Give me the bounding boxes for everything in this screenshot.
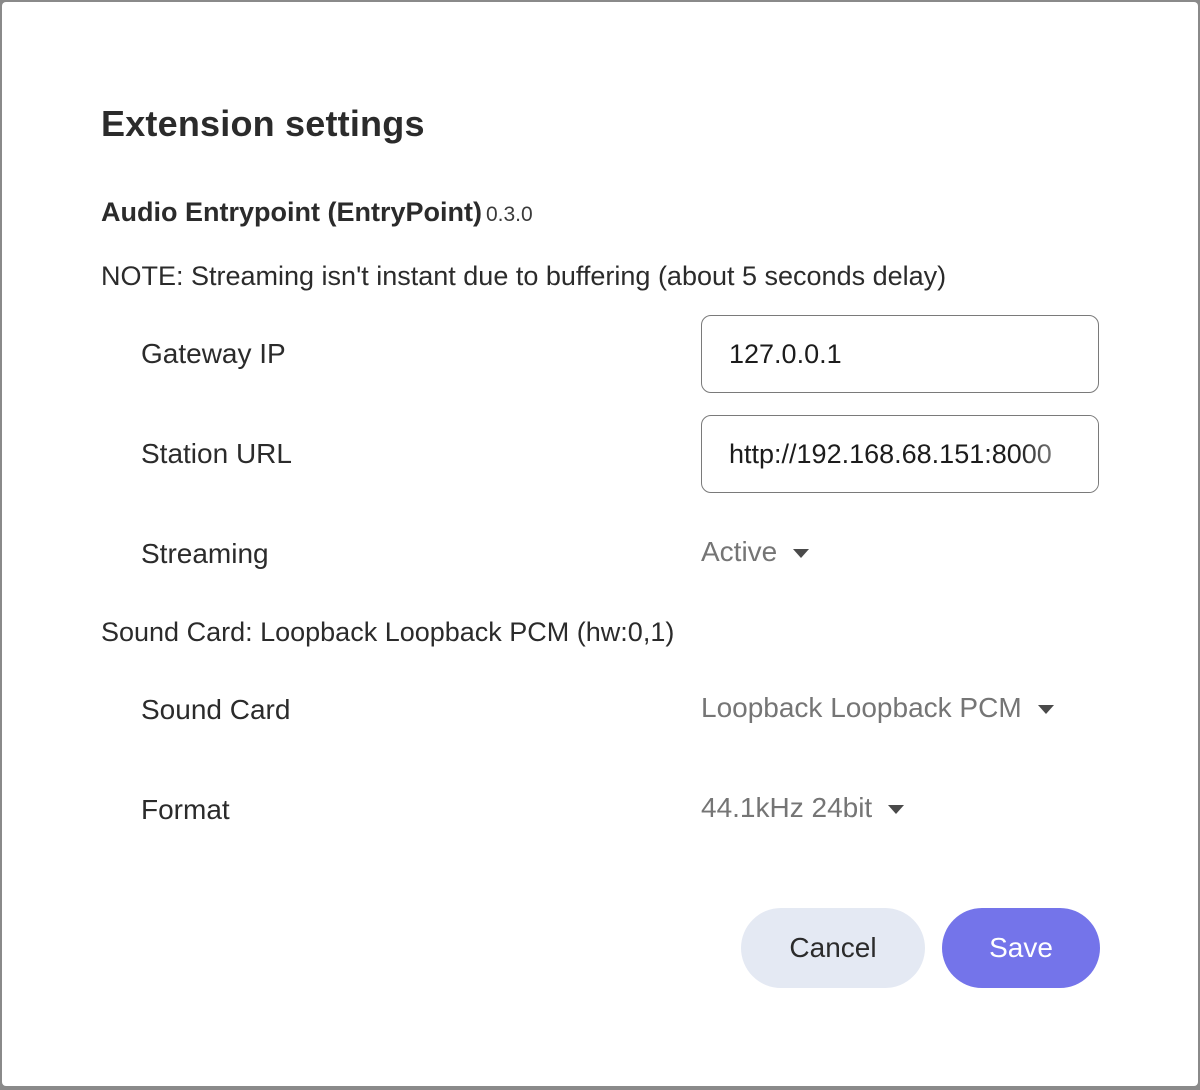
buffering-note: NOTE: Streaming isn't instant due to buf… xyxy=(101,261,947,291)
format-select[interactable]: 44.1kHz 24bit xyxy=(701,792,905,824)
streaming-label: Streaming xyxy=(141,538,269,569)
extension-version: 0.3.0 xyxy=(485,203,533,226)
gateway-ip-field[interactable] xyxy=(701,315,1099,393)
extension-settings-dialog: Extension settings Audio Entrypoint (Ent… xyxy=(2,2,1198,1086)
gateway-ip-label: Gateway IP xyxy=(141,338,286,369)
streaming-selected-value: Active xyxy=(701,536,778,567)
cancel-button[interactable]: Cancel xyxy=(741,908,925,988)
extension-name: Audio Entrypoint (EntryPoint) 0.3.0 xyxy=(101,197,533,228)
chevron-down-icon xyxy=(793,548,810,558)
streaming-select[interactable]: Active xyxy=(701,536,810,568)
sound-card-section-heading: Sound Card: Loopback Loopback PCM (hw:0,… xyxy=(101,617,675,647)
sound-card-select[interactable]: Loopback Loopback PCM xyxy=(701,692,1054,724)
chevron-down-icon xyxy=(1037,704,1054,714)
dialog-title: Extension settings xyxy=(101,103,425,144)
format-selected-value: 44.1kHz 24bit xyxy=(701,792,873,823)
sound-card-label: Sound Card xyxy=(141,694,291,725)
save-button[interactable]: Save xyxy=(942,908,1100,988)
format-label: Format xyxy=(141,794,230,825)
station-url-label: Station URL xyxy=(141,438,292,469)
extension-name-text: Audio Entrypoint (EntryPoint) xyxy=(101,197,482,227)
station-url-input[interactable] xyxy=(702,416,1098,492)
chevron-down-icon xyxy=(888,804,905,814)
station-url-field[interactable] xyxy=(701,415,1099,493)
gateway-ip-input[interactable] xyxy=(702,316,1098,392)
sound-card-selected-value: Loopback Loopback PCM xyxy=(701,692,1022,723)
